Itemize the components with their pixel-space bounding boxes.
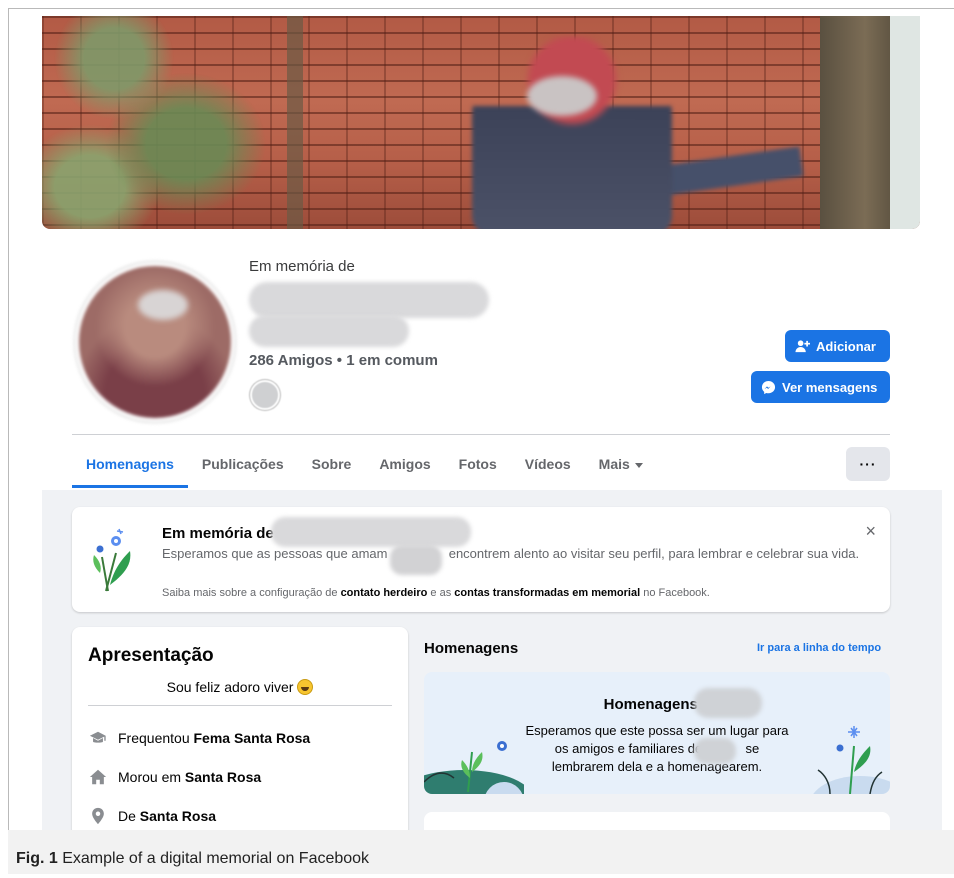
caption-label: Fig. 1 [16, 850, 58, 867]
add-friend-icon [795, 339, 810, 352]
education-prefix: Frequentou [118, 730, 190, 746]
timeline-link[interactable]: Ir para a linha do tempo [757, 642, 881, 654]
from-prefix: De [118, 808, 136, 824]
tab-label: Publicações [201, 456, 284, 472]
grinning-emoji-icon [297, 679, 314, 695]
profile-name-redaction-line2 [249, 315, 409, 347]
tributes-card: Homenagens a Esperamos que este possa se… [424, 672, 890, 794]
tab-label: Mais [598, 456, 630, 472]
tab-amigos[interactable]: Amigos [365, 440, 444, 488]
home-icon [89, 769, 107, 785]
cover-photo[interactable] [42, 16, 920, 229]
note-prefix: Saiba mais sobre a configuração de [162, 587, 338, 599]
messenger-icon [761, 380, 776, 394]
view-messages-label: Ver mensagens [782, 379, 878, 395]
tab-fotos[interactable]: Fotos [445, 440, 511, 488]
intro-divider [88, 705, 392, 706]
cover-tree-trunk-left [287, 16, 303, 229]
avatar-face-redaction [138, 290, 188, 320]
intro-bio: Sou feliz adoro viver [72, 679, 408, 695]
education-link[interactable]: Fema Santa Rosa [194, 730, 311, 746]
friends-count[interactable]: 286 Amigos • 1 em comum [249, 352, 438, 369]
intro-row-from: De Santa Rosa [88, 806, 216, 826]
banner-name-redaction [271, 517, 471, 547]
tab-label: Fotos [458, 456, 497, 472]
view-messages-button[interactable]: Ver mensagens [751, 371, 890, 403]
memorial-banner: Em memória de Esperamos que as pessoas q… [72, 507, 890, 612]
tab-label: Sobre [311, 456, 352, 472]
legacy-contact-link[interactable]: contato herdeiro [341, 587, 428, 599]
banner-text-part1: Esperamos que as pessoas que amam [162, 546, 388, 561]
banner-text-part2: encontrem alento ao visitar seu perfil, … [448, 546, 860, 561]
tab-videos[interactable]: Vídeos [511, 440, 585, 488]
banner-title: Em memória de [162, 525, 274, 542]
mutual-friend-avatar[interactable] [250, 380, 280, 410]
tab-homenagens[interactable]: Homenagens [72, 440, 188, 488]
memorial-label: Em memória de [249, 258, 355, 275]
tributes-name-redaction [694, 688, 762, 718]
intro-card: Apresentação Sou feliz adoro viver Frequ… [72, 627, 408, 837]
tributes-card-text: Esperamos que este possa ser um lugar pa… [524, 722, 790, 776]
flowers-illustration-icon [93, 528, 131, 592]
tab-mais[interactable]: Mais [585, 440, 657, 488]
more-options-button[interactable]: ··· [846, 447, 890, 481]
profile-avatar[interactable] [75, 262, 235, 422]
tab-label: Homenagens [86, 456, 174, 472]
memorialized-accounts-link[interactable]: contas transformadas em memorial [454, 587, 640, 599]
tributes-heading: Homenagens [424, 640, 519, 657]
add-friend-label: Adicionar [816, 338, 876, 354]
lived-prefix: Morou em [118, 769, 182, 785]
note-mid: e as [430, 587, 452, 599]
intro-row-lived: Morou em Santa Rosa [88, 767, 261, 787]
intro-title: Apresentação [88, 645, 214, 666]
tab-label: Vídeos [524, 456, 571, 472]
tab-publicacoes[interactable]: Publicações [188, 440, 298, 488]
cover-person-arm [660, 146, 804, 196]
lived-link[interactable]: Santa Rosa [185, 769, 261, 785]
cover-sky [890, 16, 920, 229]
tributes-text-redaction [694, 738, 736, 764]
add-friend-button[interactable]: Adicionar [785, 330, 890, 362]
cover-face-redaction [527, 76, 597, 116]
tab-label: Amigos [379, 456, 431, 472]
close-icon[interactable]: × [865, 521, 876, 542]
banner-note: Saiba mais sobre a configuração de conta… [162, 587, 710, 599]
plant-illustration-left-icon [424, 741, 524, 794]
note-suffix: no Facebook. [643, 587, 710, 599]
bio-text: Sou feliz adoro viver [166, 679, 294, 695]
header-divider [72, 434, 890, 435]
intro-row-education: Frequentou Fema Santa Rosa [88, 728, 310, 748]
profile-name-redaction [249, 282, 489, 318]
profile-tabs: Homenagens Publicações Sobre Amigos Foto… [72, 440, 657, 488]
caption-text: Example of a digital memorial on Faceboo… [62, 850, 370, 867]
location-pin-icon [92, 807, 104, 825]
cover-person-blurred [472, 36, 672, 229]
plant-illustration-right-icon [813, 726, 890, 794]
figure-caption: Fig. 1 Example of a digital memorial on … [16, 850, 369, 868]
tab-sobre[interactable]: Sobre [298, 440, 366, 488]
caret-down-icon [634, 462, 643, 468]
from-link[interactable]: Santa Rosa [140, 808, 216, 824]
cover-foliage [42, 16, 282, 229]
banner-text: Esperamos que as pessoas que amam encont… [162, 545, 862, 563]
graduation-cap-icon [89, 731, 106, 743]
banner-text-redaction [390, 545, 442, 575]
tributes-card-title: Homenagens a [603, 696, 711, 713]
